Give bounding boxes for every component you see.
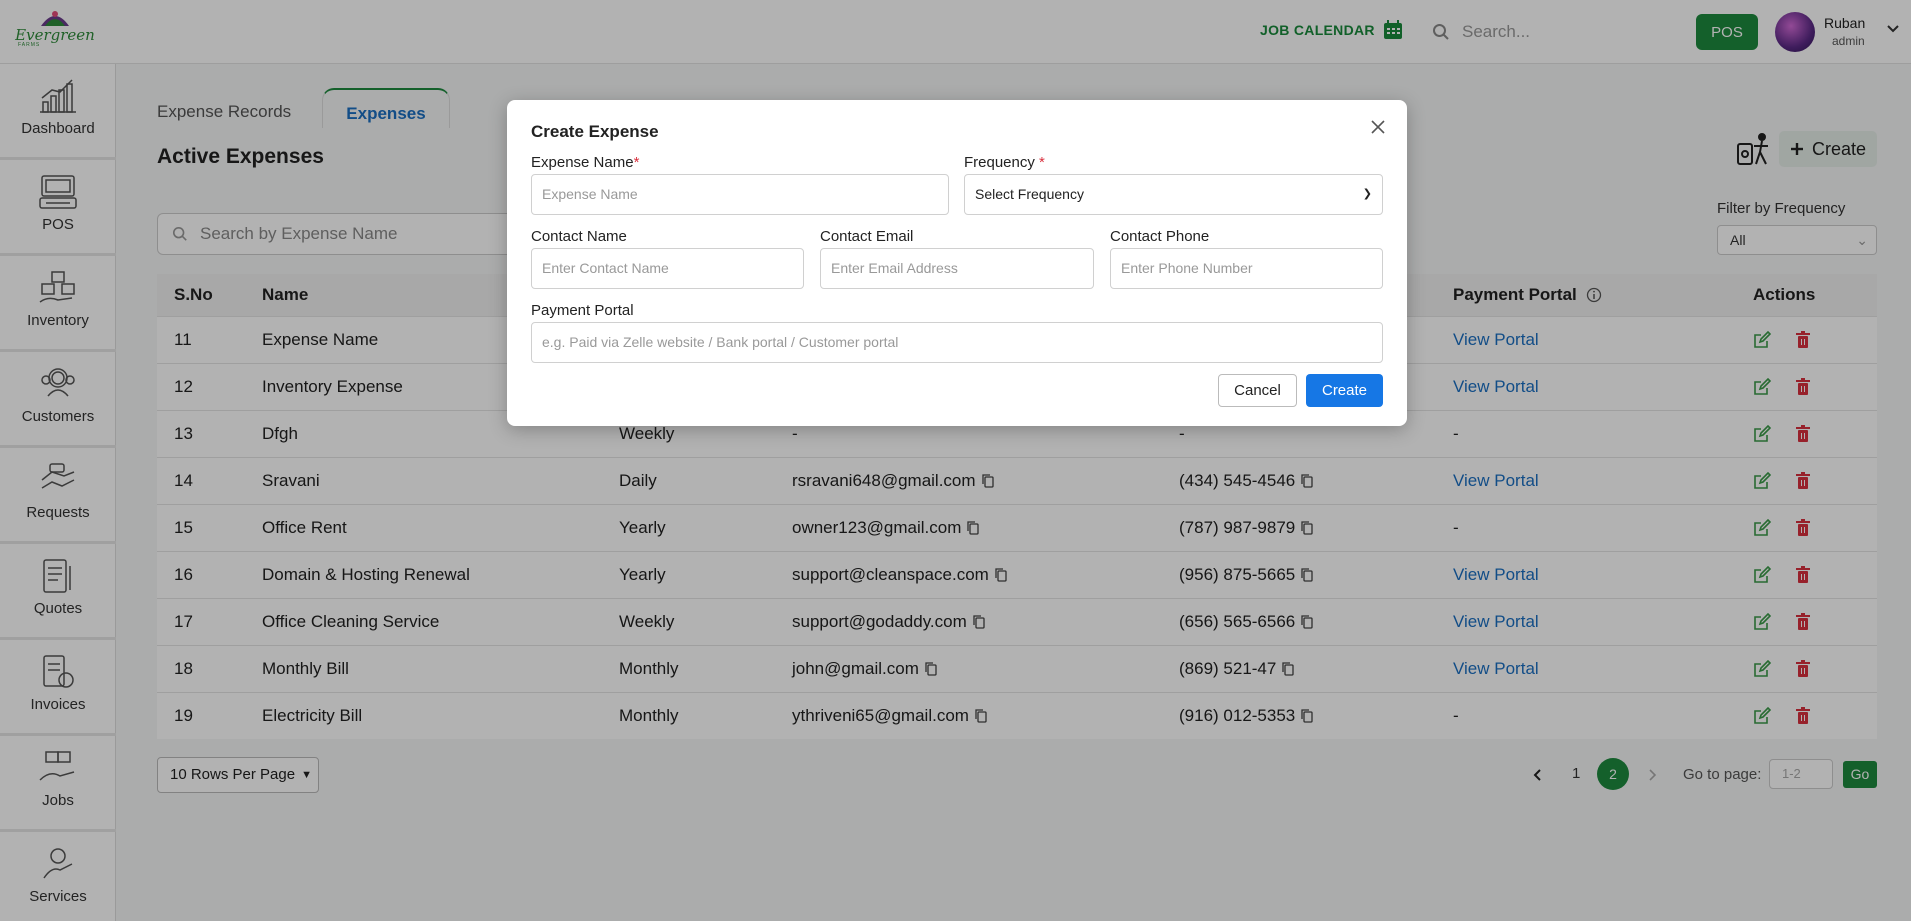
frequency-label: Frequency * bbox=[964, 154, 1045, 171]
frequency-select-value: Select Frequency bbox=[975, 186, 1084, 202]
contact-name-input[interactable]: Enter Contact Name bbox=[531, 248, 804, 289]
required-mark: * bbox=[1039, 154, 1045, 171]
contact-email-input[interactable]: Enter Email Address bbox=[820, 248, 1094, 289]
required-mark: * bbox=[633, 154, 640, 171]
modal-title: Create Expense bbox=[531, 122, 659, 141]
chevron-down-icon: ❯ bbox=[1362, 188, 1372, 200]
payment-portal-input[interactable]: e.g. Paid via Zelle website / Bank porta… bbox=[531, 322, 1383, 363]
payment-portal-label: Payment Portal bbox=[531, 302, 634, 319]
contact-name-label: Contact Name bbox=[531, 228, 627, 245]
expense-name-label-text: Expense Name bbox=[531, 154, 634, 171]
contact-phone-label: Contact Phone bbox=[1110, 228, 1210, 245]
contact-phone-input[interactable]: Enter Phone Number bbox=[1110, 248, 1383, 289]
expense-name-label: Expense Name* bbox=[531, 154, 639, 171]
close-icon[interactable] bbox=[1371, 120, 1385, 134]
contact-email-label: Contact Email bbox=[820, 228, 914, 245]
create-expense-modal: Create Expense Expense Name* Expense Nam… bbox=[507, 100, 1407, 426]
expense-name-input[interactable]: Expense Name bbox=[531, 174, 949, 215]
cancel-button[interactable]: Cancel bbox=[1218, 374, 1297, 407]
create-button[interactable]: Create bbox=[1306, 374, 1383, 407]
frequency-label-text: Frequency bbox=[964, 154, 1035, 171]
frequency-select[interactable]: Select Frequency ❯ bbox=[964, 174, 1383, 215]
